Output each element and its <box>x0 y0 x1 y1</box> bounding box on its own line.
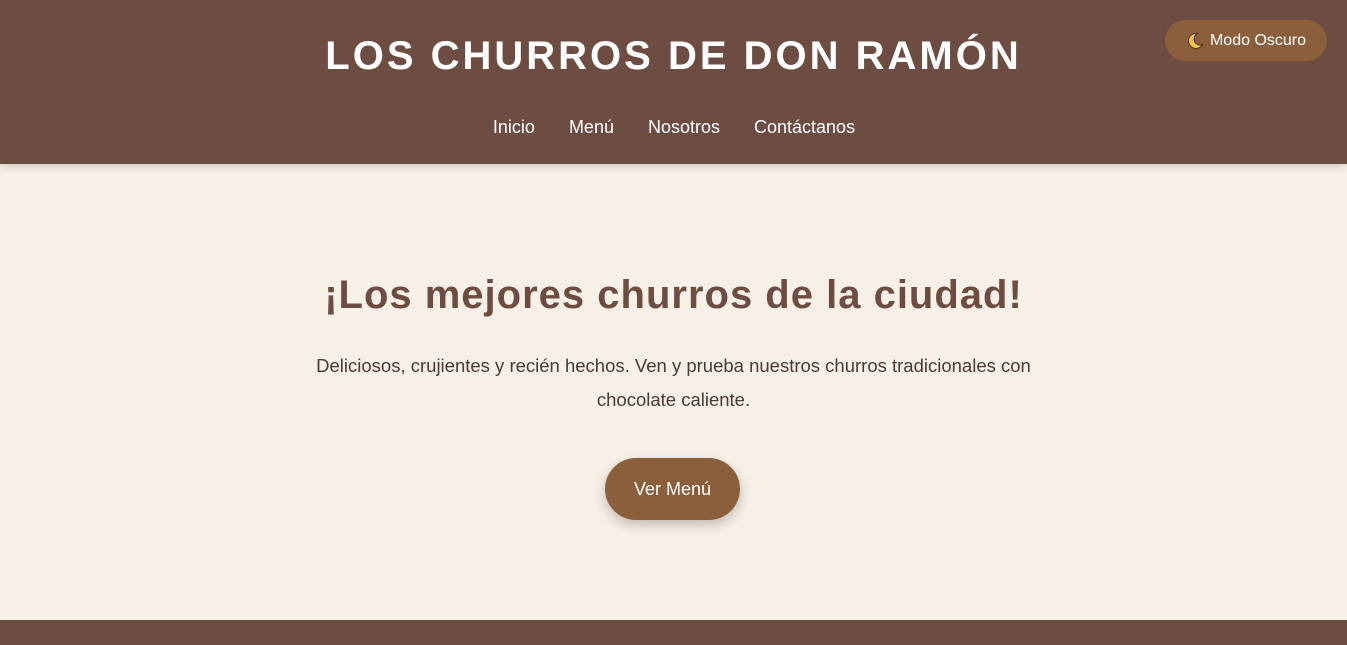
nav-link-nosotros[interactable]: Nosotros <box>648 115 720 139</box>
hero-title: ¡Los mejores churros de la ciudad! <box>324 273 1023 317</box>
main-nav: Inicio Menú Nosotros Contáctanos <box>0 115 1347 139</box>
moon-icon <box>1186 32 1204 50</box>
dark-mode-toggle-label: Modo Oscuro <box>1209 31 1307 49</box>
site-title: LOS CHURROS DE DON RAMÓN <box>325 34 1022 78</box>
dark-mode-toggle-button[interactable]: Modo Oscuro <box>1165 20 1327 61</box>
hero-section: ¡Los mejores churros de la ciudad! Delic… <box>0 164 1347 620</box>
nav-link-contactanos[interactable]: Contáctanos <box>754 115 855 139</box>
view-menu-button[interactable]: Ver Menú <box>605 458 740 520</box>
site-header: LOS CHURROS DE DON RAMÓN Inicio Menú Nos… <box>0 0 1347 164</box>
footer-band <box>0 620 1347 645</box>
hero-description: Deliciosos, crujientes y recién hechos. … <box>316 355 1031 410</box>
nav-link-inicio[interactable]: Inicio <box>493 115 535 139</box>
nav-link-menu[interactable]: Menú <box>569 115 614 139</box>
